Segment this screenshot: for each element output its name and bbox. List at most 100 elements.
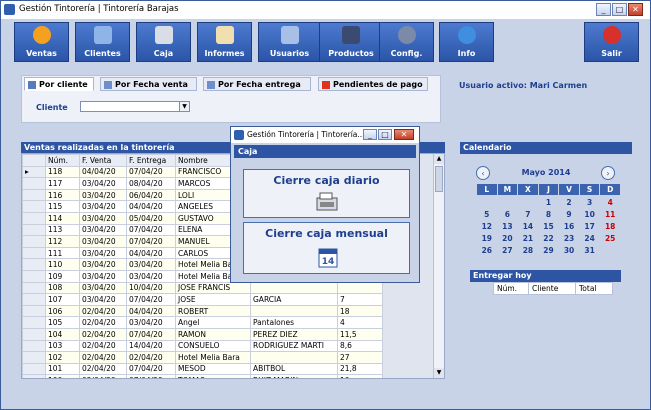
row-header[interactable] [22, 235, 46, 248]
table-row[interactable]: 10002/04/2007/04/20TOMASRUIZ MARIN10 [22, 374, 383, 378]
table-row[interactable]: 103 02/04/20 14/04/20 CONSUELO RODRIGUEZ MAR… [22, 339, 383, 353]
column-header[interactable]: Núm. [493, 282, 529, 295]
minimize-button[interactable]: _ [596, 3, 611, 16]
calendar-day[interactable]: 9 [559, 208, 580, 220]
calendar-day[interactable]: 4 [600, 196, 621, 209]
calendar-day[interactable]: 13 [497, 220, 518, 232]
cierre-caja-mensual-button[interactable]: Cierre caja mensual 14 [243, 222, 410, 274]
scroll-down-arrow-icon[interactable]: ▼ [434, 368, 444, 378]
table-cell[interactable]: RAMON [175, 327, 251, 341]
table-cell[interactable]: 03/04/20 [79, 246, 127, 260]
calendar-day[interactable]: 25 [600, 232, 621, 244]
info-button[interactable]: Info [439, 22, 494, 62]
row-header[interactable] [22, 293, 46, 306]
table-cell[interactable]: 03/04/20 [79, 293, 127, 306]
table-cell[interactable]: 08/04/20 [126, 177, 176, 190]
table-cell[interactable]: 115 [45, 200, 80, 213]
table-cell[interactable]: 04/04/20 [126, 200, 176, 213]
calendar-day[interactable]: 1 [538, 196, 559, 209]
table-cell[interactable]: 04/04/20 [79, 165, 127, 179]
table-cell[interactable]: 03/04/20 [126, 316, 176, 329]
calendar-day[interactable]: 12 [477, 220, 498, 232]
table-cell[interactable] [337, 281, 383, 295]
table-cell[interactable]: 07/04/20 [126, 165, 176, 179]
table-cell[interactable] [250, 351, 338, 364]
table-cell[interactable]: 07/04/20 [126, 223, 176, 237]
table-cell[interactable]: 07/04/20 [126, 327, 176, 341]
table-cell[interactable]: 02/04/20 [79, 374, 127, 378]
table-cell[interactable]: 8,6 [337, 339, 383, 353]
table-cell[interactable]: 05/04/20 [126, 211, 176, 225]
table-cell[interactable]: 103 [45, 339, 80, 353]
table-cell[interactable]: 101 [45, 362, 80, 376]
table-cell[interactable]: 07/04/20 [126, 235, 176, 248]
calendar-day[interactable]: 6 [497, 208, 518, 220]
informes-button[interactable]: Informes [197, 22, 252, 62]
row-header[interactable] [22, 339, 46, 353]
chevron-down-icon[interactable]: ▼ [179, 102, 189, 111]
tab-por-fecha-venta[interactable]: Por Fecha venta [100, 77, 197, 91]
table-cell[interactable]: 18 [337, 304, 383, 318]
clientes-button[interactable]: Clientes [75, 22, 130, 62]
row-header[interactable] [22, 177, 46, 190]
table-cell[interactable]: 118 [45, 165, 80, 179]
table-cell[interactable]: 104 [45, 327, 80, 341]
scroll-thumb[interactable] [435, 166, 443, 192]
calendar-day[interactable]: 18 [600, 220, 621, 232]
table-row[interactable]: 108 03/04/20 10/04/20 JOSE FRANCIS [22, 281, 383, 295]
table-cell[interactable]: 03/04/20 [126, 258, 176, 271]
table-cell[interactable]: 02/04/20 [79, 351, 127, 364]
table-cell[interactable]: ROBERT [175, 304, 251, 318]
table-cell[interactable]: 02/04/20 [126, 351, 176, 364]
calendar-day[interactable]: 11 [600, 208, 621, 220]
table-cell[interactable]: 111 [45, 246, 80, 260]
table-cell[interactable]: 100 [45, 374, 80, 378]
tab-por-fecha-entrega[interactable]: Por Fecha entrega [203, 77, 311, 91]
calendar-day[interactable]: 15 [538, 220, 559, 232]
column-header[interactable]: Cliente [528, 282, 576, 295]
ventas-button[interactable]: Ventas [14, 22, 69, 62]
table-cell[interactable]: Hotel Melia Bara [175, 351, 251, 364]
table-cell[interactable]: 117 [45, 177, 80, 190]
config-button[interactable]: Config. [379, 22, 434, 62]
row-header[interactable] [22, 327, 46, 341]
calendar-day[interactable]: 29 [538, 244, 559, 256]
row-header[interactable] [22, 246, 46, 260]
table-cell[interactable]: 03/04/20 [79, 200, 127, 213]
row-header[interactable] [22, 211, 46, 225]
table-cell[interactable]: 03/04/20 [79, 223, 127, 237]
calendar-day[interactable]: 7 [518, 208, 539, 220]
row-selector-arrow-icon[interactable]: ▸ [22, 165, 46, 179]
table-cell[interactable]: 112 [45, 235, 80, 248]
row-header[interactable] [22, 304, 46, 318]
calendar-day[interactable]: 23 [559, 232, 580, 244]
maximize-button[interactable]: □ [378, 129, 392, 140]
prev-month-button[interactable]: ‹ [476, 166, 490, 180]
table-cell[interactable]: 03/04/20 [79, 235, 127, 248]
table-cell[interactable]: MESOD [175, 362, 251, 376]
calendar-day[interactable]: 26 [477, 244, 498, 256]
close-button[interactable]: ✕ [628, 3, 643, 16]
table-row[interactable]: 105 02/04/20 03/04/20 Angel Pantalones 4 [22, 316, 383, 329]
table-cell[interactable]: 14/04/20 [126, 339, 176, 353]
column-header[interactable]: F. Entrega [126, 154, 176, 167]
calendar-day[interactable]: 16 [559, 220, 580, 232]
calendar-day[interactable]: 10 [579, 208, 600, 220]
table-cell[interactable]: 102 [45, 351, 80, 364]
calendar-day[interactable]: 28 [518, 244, 539, 256]
table-row[interactable]: 104 02/04/20 07/04/20 RAMON PEREZ DIEZ 11,5 [22, 327, 383, 341]
calendar-day[interactable]: 24 [579, 232, 600, 244]
table-cell[interactable]: 105 [45, 316, 80, 329]
salir-button[interactable]: Salir [584, 22, 639, 62]
table-cell[interactable]: 11,5 [337, 327, 383, 341]
table-cell[interactable]: 21,8 [337, 362, 383, 376]
table-cell[interactable]: JOSE [175, 293, 251, 306]
table-cell[interactable]: 03/04/20 [79, 269, 127, 283]
calendar-day[interactable]: 19 [477, 232, 498, 244]
cliente-select[interactable]: ▼ [80, 101, 190, 112]
table-cell[interactable]: 7 [337, 293, 383, 306]
row-header[interactable] [22, 351, 46, 364]
table-cell[interactable]: 109 [45, 269, 80, 283]
table-cell[interactable]: 02/04/20 [79, 316, 127, 329]
table-cell[interactable] [250, 281, 338, 295]
